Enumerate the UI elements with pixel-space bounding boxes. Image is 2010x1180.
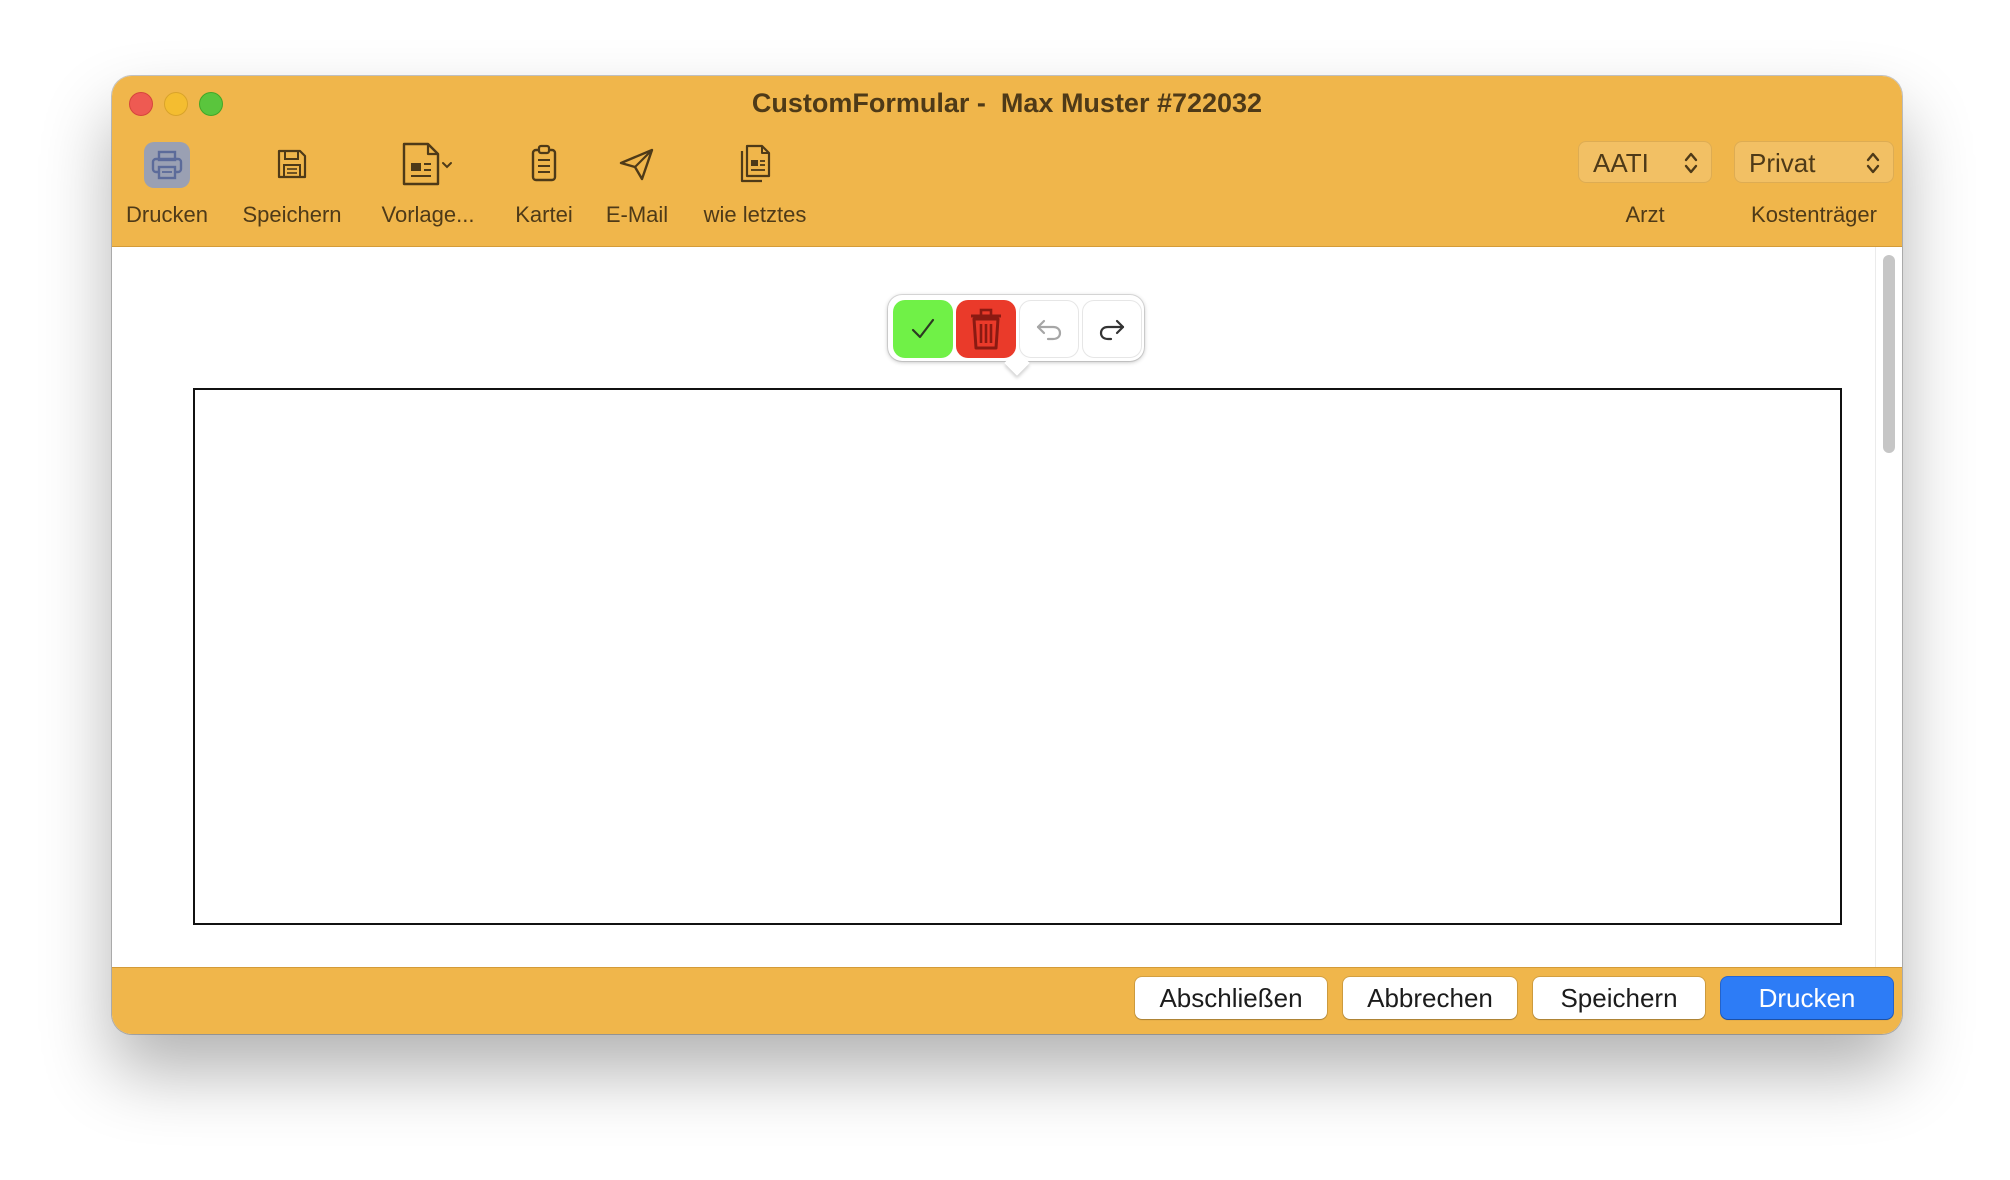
arzt-caption: Arzt bbox=[1625, 202, 1665, 227]
redo-arrow-icon bbox=[1097, 315, 1127, 343]
vertical-scrollbar[interactable] bbox=[1875, 247, 1902, 967]
kostentraeger-select[interactable]: Privat bbox=[1734, 141, 1894, 183]
scrollbar-thumb[interactable] bbox=[1883, 255, 1895, 453]
abschliessen-button[interactable]: Abschließen bbox=[1135, 977, 1327, 1019]
formular-window: CustomFormular - Max Muster #722032 Druc… bbox=[112, 76, 1902, 1034]
select-stepper-icon bbox=[1683, 150, 1699, 176]
arzt-select[interactable]: AATI bbox=[1578, 141, 1712, 183]
toolbar-save-button[interactable]: Speichern bbox=[237, 138, 347, 238]
toolbar-email-button[interactable]: E-Mail bbox=[592, 138, 682, 238]
toolbar-like-last-label: wie letztes bbox=[703, 202, 807, 227]
drucken-button[interactable]: Drucken bbox=[1721, 977, 1893, 1019]
toolbar-template-button[interactable]: Vorlage... bbox=[368, 138, 488, 238]
printer-icon bbox=[144, 142, 190, 188]
kostentraeger-caption: Kostenträger bbox=[1751, 202, 1877, 227]
toolbar-kartei-button[interactable]: Kartei bbox=[504, 138, 584, 238]
window-title: CustomFormular - Max Muster #722032 bbox=[751, 88, 1263, 118]
arzt-select-value: AATI bbox=[1593, 148, 1649, 178]
copy-document-icon bbox=[729, 138, 781, 190]
titlebar: CustomFormular - Max Muster #722032 Druc… bbox=[112, 76, 1902, 247]
delete-signature-button[interactable] bbox=[956, 300, 1016, 358]
floppy-disk-icon bbox=[266, 138, 318, 190]
speichern-button[interactable]: Speichern bbox=[1533, 977, 1705, 1019]
undo-arrow-icon bbox=[1034, 315, 1064, 343]
redo-button[interactable] bbox=[1082, 300, 1142, 358]
toolbar-print-button[interactable]: Drucken bbox=[118, 138, 216, 238]
toolbar-like-last-button[interactable]: wie letztes bbox=[690, 138, 820, 238]
undo-button[interactable] bbox=[1019, 300, 1079, 358]
confirm-signature-button[interactable] bbox=[893, 300, 953, 358]
signature-toolbar bbox=[888, 295, 1144, 376]
trash-icon bbox=[968, 307, 1004, 351]
paper-plane-icon bbox=[611, 138, 663, 190]
footer-bar: Abschließen Abbrechen Speichern Drucken bbox=[112, 967, 1902, 1034]
kostentraeger-select-value: Privat bbox=[1749, 148, 1816, 178]
template-document-icon bbox=[395, 138, 461, 190]
toolbar-print-label: Drucken bbox=[126, 202, 208, 227]
toolbar-save-label: Speichern bbox=[242, 202, 342, 227]
toolbar-template-label: Vorlage... bbox=[381, 202, 475, 227]
abbrechen-button[interactable]: Abbrechen bbox=[1343, 977, 1517, 1019]
clipboard-icon bbox=[518, 138, 570, 190]
toolbar-kartei-label: Kartei bbox=[515, 202, 573, 227]
select-stepper-icon bbox=[1865, 150, 1881, 176]
signature-field[interactable] bbox=[193, 388, 1842, 925]
checkmark-icon bbox=[909, 315, 937, 343]
toolbar-email-label: E-Mail bbox=[605, 202, 669, 227]
